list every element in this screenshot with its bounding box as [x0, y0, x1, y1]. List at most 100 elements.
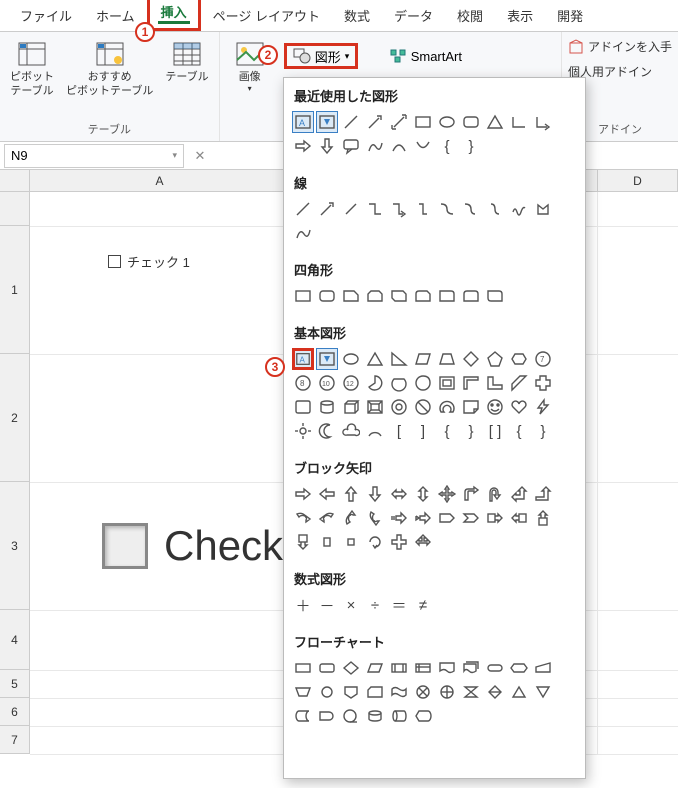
shape-fc-predefined-icon[interactable]	[388, 657, 410, 679]
shape-snip-round-rect-icon[interactable]	[412, 285, 434, 307]
shape-decagon-icon[interactable]: 10	[316, 372, 338, 394]
shape-fc-stored-data-icon[interactable]	[292, 705, 314, 727]
shape-rect-icon[interactable]	[292, 285, 314, 307]
shape-snip-same-rect-icon[interactable]	[364, 285, 386, 307]
shape-divide-icon[interactable]: ÷	[364, 594, 386, 616]
smartart-button[interactable]: SmartArt	[383, 44, 468, 68]
shape-bevel-icon[interactable]	[364, 396, 386, 418]
shape-folded-corner-icon[interactable]	[460, 396, 482, 418]
shape-freeform-closed-icon[interactable]	[532, 198, 554, 220]
shape-pentagon-icon[interactable]	[484, 348, 506, 370]
tab-data[interactable]: データ	[382, 0, 445, 31]
shape-bent-up-arrow-icon[interactable]	[532, 483, 554, 505]
shape-equal-icon[interactable]: ＝	[388, 594, 410, 616]
shape-fc-offpage-icon[interactable]	[340, 681, 362, 703]
tab-review[interactable]: 校閲	[445, 0, 495, 31]
shape-round-diag-rect-icon[interactable]	[484, 285, 506, 307]
shape-elbow-double-arrow-icon[interactable]	[412, 198, 434, 220]
shape-brace-pair2-icon[interactable]: }	[532, 420, 554, 442]
shape-fc-merge-icon[interactable]	[532, 681, 554, 703]
shape-fc-sort-icon[interactable]	[484, 681, 506, 703]
shape-diag-stripe-icon[interactable]	[508, 372, 530, 394]
shape-teardrop-icon[interactable]	[412, 372, 434, 394]
shape-minus-icon[interactable]: －	[316, 594, 338, 616]
shape-down-arrow-icon[interactable]	[316, 135, 338, 157]
shape-rounded-rect-icon[interactable]	[460, 111, 482, 133]
shape-fc-connector-icon[interactable]	[316, 681, 338, 703]
shape-leftup-arrow-icon[interactable]	[508, 483, 530, 505]
row-header-1[interactable]: 1	[0, 226, 30, 354]
shape-triangle-icon[interactable]	[484, 111, 506, 133]
shape-pie-icon[interactable]	[364, 372, 386, 394]
shape-arc-icon[interactable]	[364, 420, 386, 442]
shape-left-arrow-callout-icon[interactable]	[508, 507, 530, 529]
shape-bracket-pair-icon[interactable]: [ ]	[484, 420, 506, 442]
shape-leftright-arrow-callout-icon[interactable]	[316, 531, 338, 553]
shape-fc-direct-access-icon[interactable]	[388, 705, 410, 727]
shape-curved-arrow-icon[interactable]	[460, 198, 482, 220]
shape-octagon-icon[interactable]: 8	[292, 372, 314, 394]
shape-fc-preparation-icon[interactable]	[508, 657, 530, 679]
shape-arc-icon[interactable]	[388, 135, 410, 157]
shape-parallelogram-icon[interactable]	[412, 348, 434, 370]
tab-formulas[interactable]: 数式	[332, 0, 382, 31]
shape-freeform-open-icon[interactable]	[292, 222, 314, 244]
shape-line-double-arrow-icon[interactable]	[388, 111, 410, 133]
shape-fc-extract-icon[interactable]	[508, 681, 530, 703]
row-header-7[interactable]: 7	[0, 726, 30, 754]
shape-chord-icon[interactable]	[388, 372, 410, 394]
shape-snip-diag-rect-icon[interactable]	[388, 285, 410, 307]
large-checkbox-shape[interactable]: Check	[102, 522, 283, 570]
shape-line-double-arrow-icon[interactable]	[340, 198, 362, 220]
shape-no-symbol-icon[interactable]	[412, 396, 434, 418]
tab-file[interactable]: ファイル	[8, 0, 84, 31]
shape-fc-seq-storage-icon[interactable]	[340, 705, 362, 727]
shape-brace-left-icon[interactable]: {	[436, 420, 458, 442]
shape-heart-icon[interactable]	[508, 396, 530, 418]
shape-fc-process-icon[interactable]	[292, 657, 314, 679]
cancel-icon[interactable]: ✕	[188, 148, 212, 164]
shape-round-same-rect-icon[interactable]	[460, 285, 482, 307]
shape-lightning-icon[interactable]	[532, 396, 554, 418]
shape-leftright-arrow-icon[interactable]	[388, 483, 410, 505]
shape-3way-arrow-icon[interactable]	[412, 531, 434, 553]
pivot-table-button[interactable]: ピボット テーブル	[6, 36, 58, 99]
shape-fc-multidoc-icon[interactable]	[460, 657, 482, 679]
shape-updown-arrow-icon[interactable]	[412, 483, 434, 505]
shape-line-icon[interactable]	[340, 111, 362, 133]
shape-cube-icon[interactable]	[340, 396, 362, 418]
shape-diamond-icon[interactable]	[460, 348, 482, 370]
shape-snip-single-rect-icon[interactable]	[340, 285, 362, 307]
shape-elbow-connector-icon[interactable]	[364, 198, 386, 220]
shape-moon-icon[interactable]	[316, 420, 338, 442]
shape-heptagon-icon[interactable]: 7	[532, 348, 554, 370]
shape-l-shape-icon[interactable]	[484, 372, 506, 394]
shape-bracket-left-icon[interactable]: [	[388, 420, 410, 442]
shape-fc-delay-icon[interactable]	[316, 705, 338, 727]
shape-textbox-vert-icon[interactable]	[316, 111, 338, 133]
shape-fc-terminator-icon[interactable]	[484, 657, 506, 679]
shape-scribble-icon[interactable]	[508, 198, 530, 220]
row-header-3[interactable]: 3	[0, 482, 30, 610]
shape-fc-collate-icon[interactable]	[460, 681, 482, 703]
shape-right-arrow-callout-icon[interactable]	[484, 507, 506, 529]
shape-right-arrow-icon[interactable]	[292, 135, 314, 157]
select-all-corner[interactable]	[0, 170, 30, 192]
shape-pentagon-arrow-icon[interactable]	[436, 507, 458, 529]
shape-fc-tape-icon[interactable]	[388, 681, 410, 703]
shape-smiley-icon[interactable]	[484, 396, 506, 418]
shape-left-arrow-icon[interactable]	[316, 483, 338, 505]
shape-plus-icon[interactable]: ＋	[292, 594, 314, 616]
shape-elbow-icon[interactable]	[508, 111, 530, 133]
shape-cross-icon[interactable]	[532, 372, 554, 394]
shape-curved-down-arrow-icon[interactable]	[364, 507, 386, 529]
recommended-pivot-button[interactable]: おすすめ ピボットテーブル	[62, 36, 157, 99]
shape-fc-magnetic-disk-icon[interactable]	[364, 705, 386, 727]
shape-triangle-icon[interactable]	[364, 348, 386, 370]
shape-elbow-arrow-icon[interactable]	[532, 111, 554, 133]
shape-circular-arrow-icon[interactable]	[364, 531, 386, 553]
table-button[interactable]: テーブル	[161, 36, 212, 84]
shape-curve-icon[interactable]	[412, 135, 434, 157]
shape-brace-right-icon[interactable]: }	[460, 420, 482, 442]
shape-brace-left-icon[interactable]: {	[436, 135, 458, 157]
